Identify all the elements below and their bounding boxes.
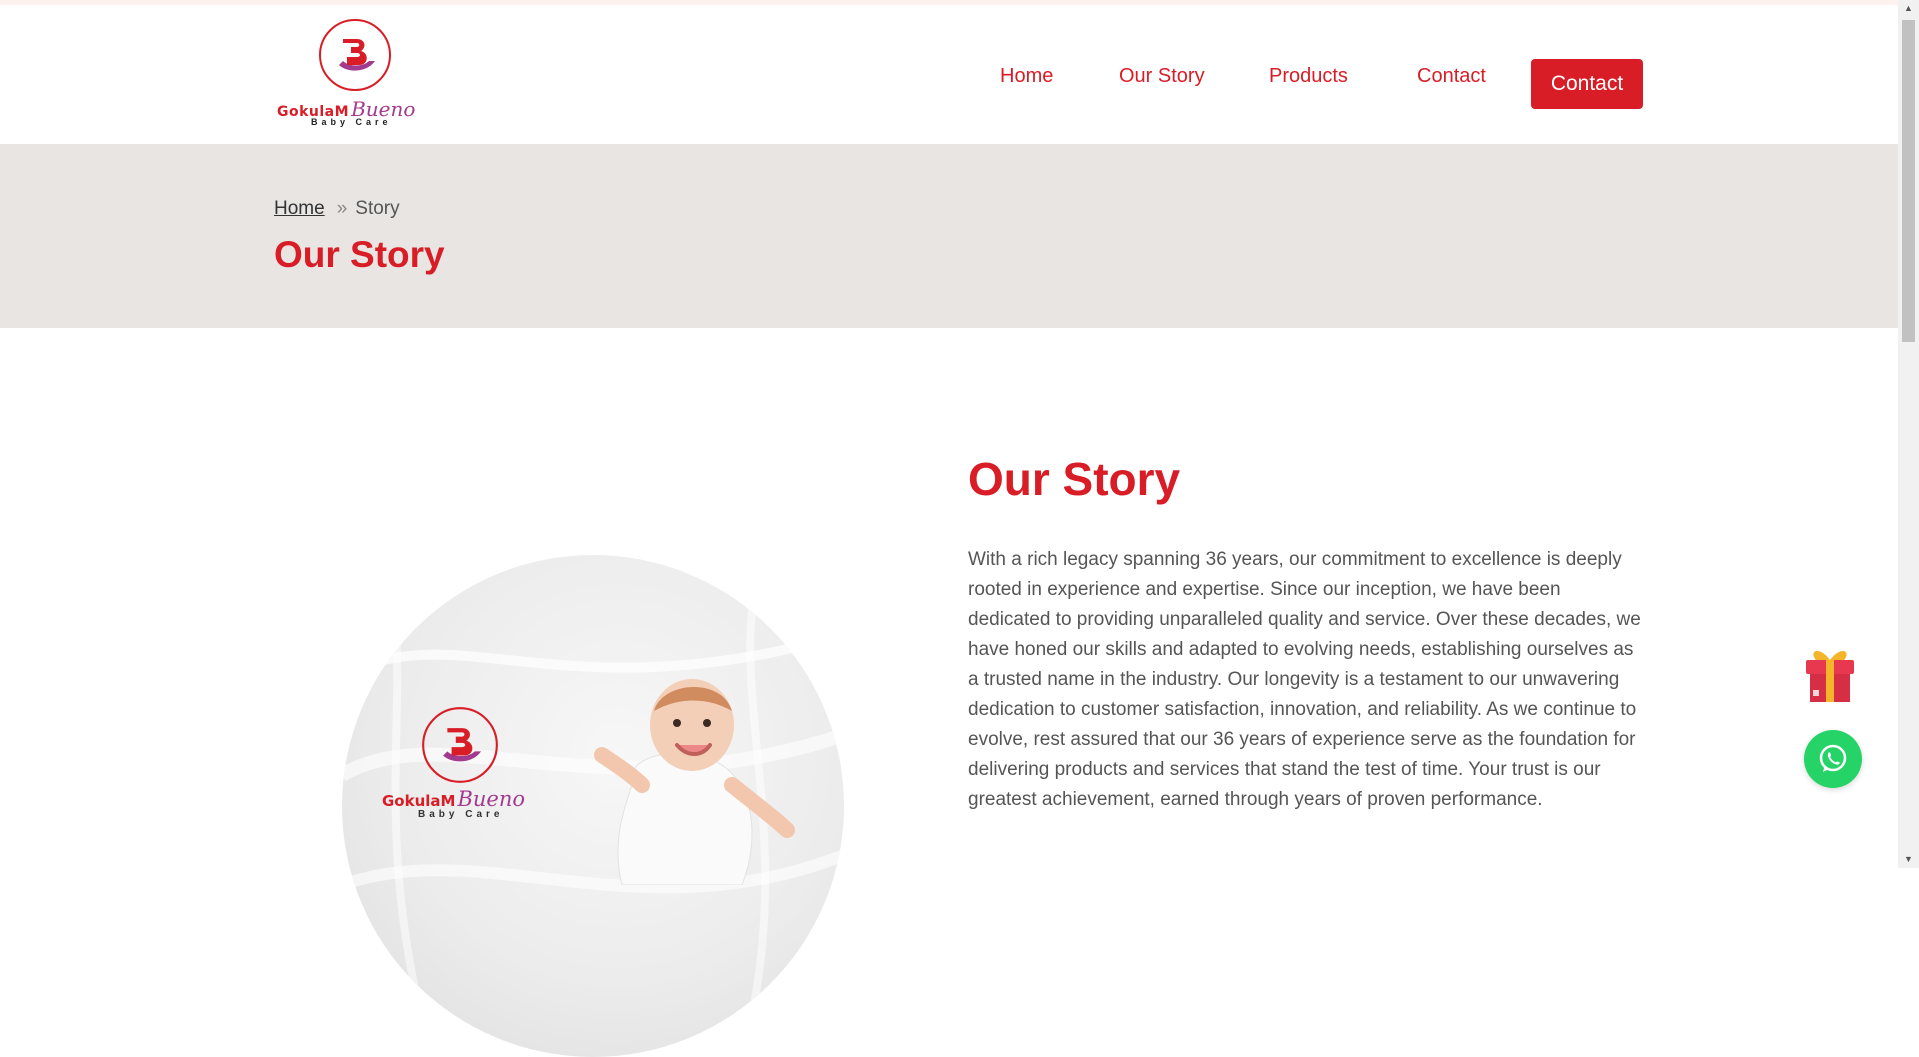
image-watermark-logo: GokulaMBueno Baby Care <box>382 705 542 820</box>
whatsapp-button[interactable] <box>1804 730 1862 788</box>
breadcrumb: Home » Story <box>274 198 400 220</box>
scroll-down-arrow-icon[interactable]: ▼ <box>1898 851 1919 868</box>
story-heading: Our Story <box>968 453 1181 505</box>
scroll-thumb[interactable] <box>1902 20 1915 342</box>
logo-monogram-icon <box>319 19 391 91</box>
breadcrumb-separator: » <box>336 198 348 219</box>
watermark-name-part1: GokulaM <box>382 792 456 810</box>
nav-home[interactable]: Home <box>1000 65 1053 88</box>
nav-contact[interactable]: Contact <box>1417 65 1486 88</box>
watermark-wordmark: GokulaMBueno <box>382 787 552 811</box>
story-body: With a rich legacy spanning 36 years, ou… <box>968 549 1641 810</box>
whatsapp-icon <box>1819 744 1847 772</box>
nav-our-story[interactable]: Our Story <box>1119 65 1205 88</box>
logo-tagline: Baby Care <box>311 117 392 127</box>
contact-button[interactable]: Contact <box>1531 59 1643 109</box>
watermark-monogram-icon <box>422 707 498 783</box>
breadcrumb-home-link[interactable]: Home <box>274 198 325 219</box>
brand-logo[interactable]: GokulaM Bueno Baby Care <box>275 17 435 137</box>
page-scrollbar[interactable]: ▲ ▼ <box>1898 0 1919 868</box>
story-image: GokulaMBueno Baby Care <box>342 555 844 1057</box>
logo-wordmark: GokulaM Bueno <box>277 97 437 121</box>
page-title: Our Story <box>274 234 445 275</box>
watermark-name-part2: Bueno <box>457 787 526 811</box>
baby-illustration <box>594 679 795 885</box>
scroll-up-arrow-icon[interactable]: ▲ <box>1898 0 1919 17</box>
page-header-band: Home » Story Our Story <box>0 144 1898 328</box>
nav-products[interactable]: Products <box>1269 65 1348 88</box>
watermark-tagline: Baby Care <box>418 809 504 820</box>
breadcrumb-current: Story <box>355 198 400 219</box>
site-header: GokulaM Bueno Baby Care Home Our Story Pr… <box>0 5 1898 144</box>
gift-icon[interactable] <box>1802 644 1858 706</box>
